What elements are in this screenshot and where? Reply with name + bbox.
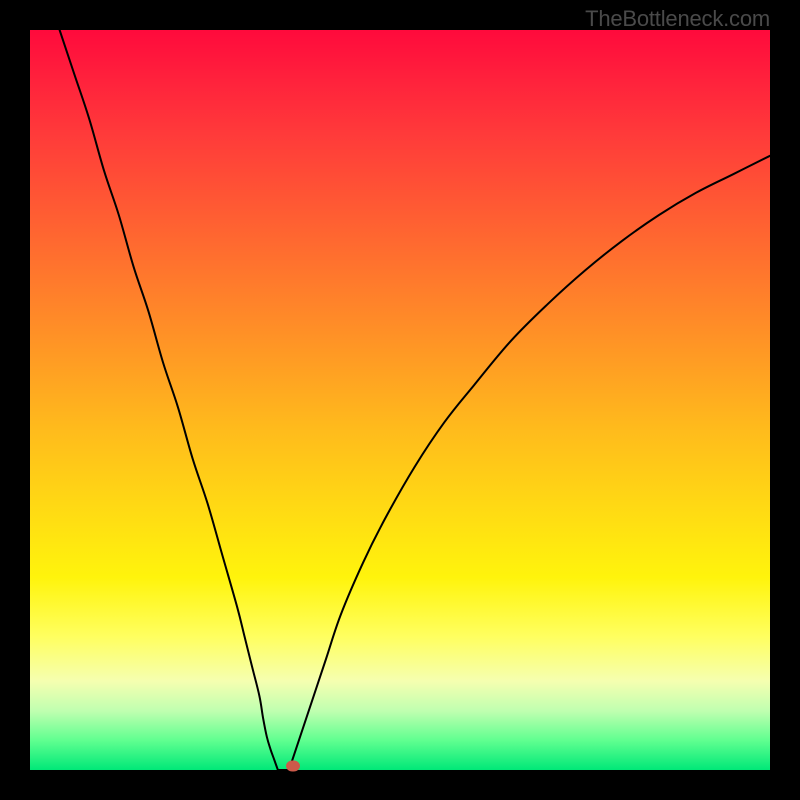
watermark-text: TheBottleneck.com	[585, 6, 770, 32]
plot-area	[30, 30, 770, 770]
chart-frame: TheBottleneck.com	[0, 0, 800, 800]
curve-path	[60, 30, 770, 770]
min-point-marker	[286, 760, 300, 771]
bottleneck-curve	[30, 30, 770, 770]
